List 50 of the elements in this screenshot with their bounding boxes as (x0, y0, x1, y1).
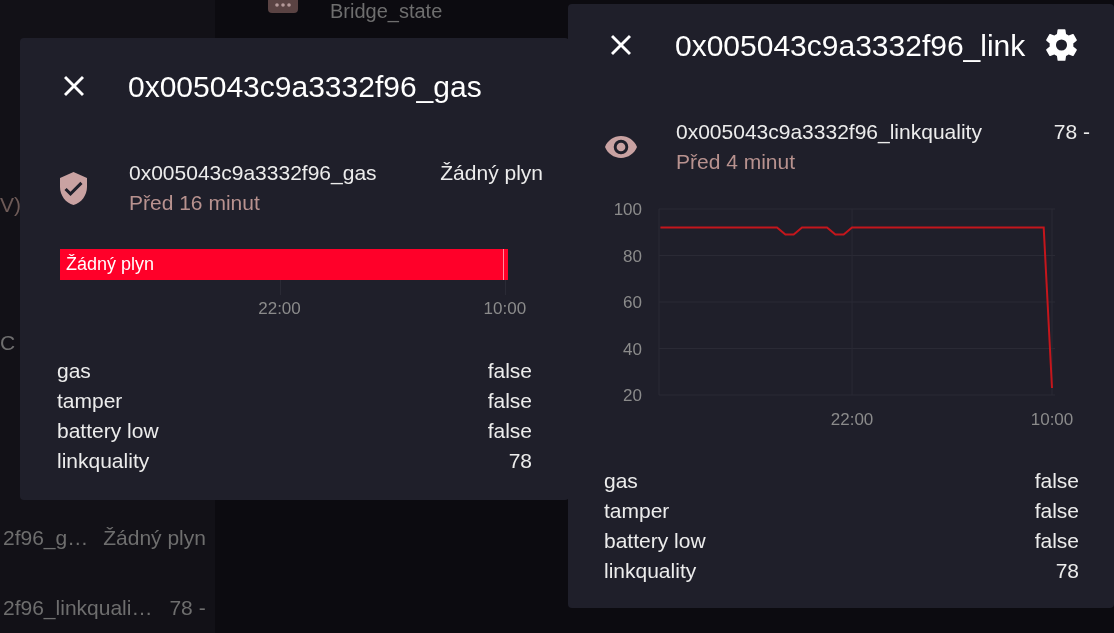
dialog-title: 0x005043c9a3332f96_link (675, 27, 1026, 64)
attribute-value: false (487, 388, 532, 414)
attribute-value: false (487, 358, 532, 384)
entity-state: 78 - (169, 595, 206, 621)
settings-icon (1046, 29, 1077, 61)
last-changed-text: Před 4 minut (676, 149, 797, 175)
attribute-value: false (1034, 468, 1079, 494)
entity-state: 78 - (1053, 119, 1090, 145)
axis-tick-label: 100 (613, 200, 642, 219)
attribute-name: tamper (604, 498, 670, 524)
attribute-name: gas (604, 468, 638, 494)
dialog-title: 0x005043c9a3332f96_gas (128, 68, 482, 105)
entity-state: Žádný plyn (440, 160, 543, 186)
close-icon (64, 76, 84, 96)
attribute-name: battery low (57, 418, 159, 444)
close-icon (611, 35, 631, 55)
close-button[interactable] (64, 76, 84, 96)
settings-button[interactable] (1046, 29, 1077, 61)
last-changed-text: Před 16 minut (129, 190, 261, 216)
attribute-name: tamper (57, 388, 123, 414)
entity-name: 0x005043c9a3332f96_gas (129, 160, 377, 187)
entity-name: 2f96_g… (3, 525, 89, 552)
entity-name: 2f96_linkquali… (3, 595, 153, 622)
attribute-value: false (1034, 528, 1079, 554)
axis-tick-label: 22:00 (258, 299, 301, 319)
axis-tick-label: 80 (623, 246, 642, 266)
attribute-name: linkquality (604, 558, 697, 584)
axis-tick-label: 10:00 (1030, 410, 1074, 429)
background-text: V) (0, 192, 21, 218)
axis-tick-label: 22:00 (830, 410, 874, 429)
entity-state: Žádný plyn (103, 525, 206, 551)
axis-tick-label: 60 (623, 293, 642, 312)
attribute-value: 78 (508, 448, 532, 474)
entity-name: Bridge_state (330, 0, 443, 22)
attribute-value: false (1034, 498, 1079, 524)
attribute-name: linkquality (57, 448, 150, 474)
background-text: C (0, 330, 16, 356)
attribute-name: gas (57, 358, 91, 384)
attribute-value: 78 (1055, 558, 1079, 584)
axis-tick-label: 40 (623, 339, 642, 359)
attribute-name: battery low (604, 528, 706, 554)
entity-name: 0x005043c9a3332f96_linkquality (676, 119, 982, 146)
dots-tile-icon (268, 0, 298, 13)
close-button[interactable] (611, 35, 631, 55)
attribute-value: false (487, 418, 532, 444)
eye-icon (605, 136, 637, 158)
axis-tick-label: 20 (623, 386, 642, 405)
timeline-bar: Žádný plyn (60, 249, 508, 280)
shield-check-icon (60, 171, 87, 205)
axis-tick-label: 10:00 (483, 299, 527, 319)
